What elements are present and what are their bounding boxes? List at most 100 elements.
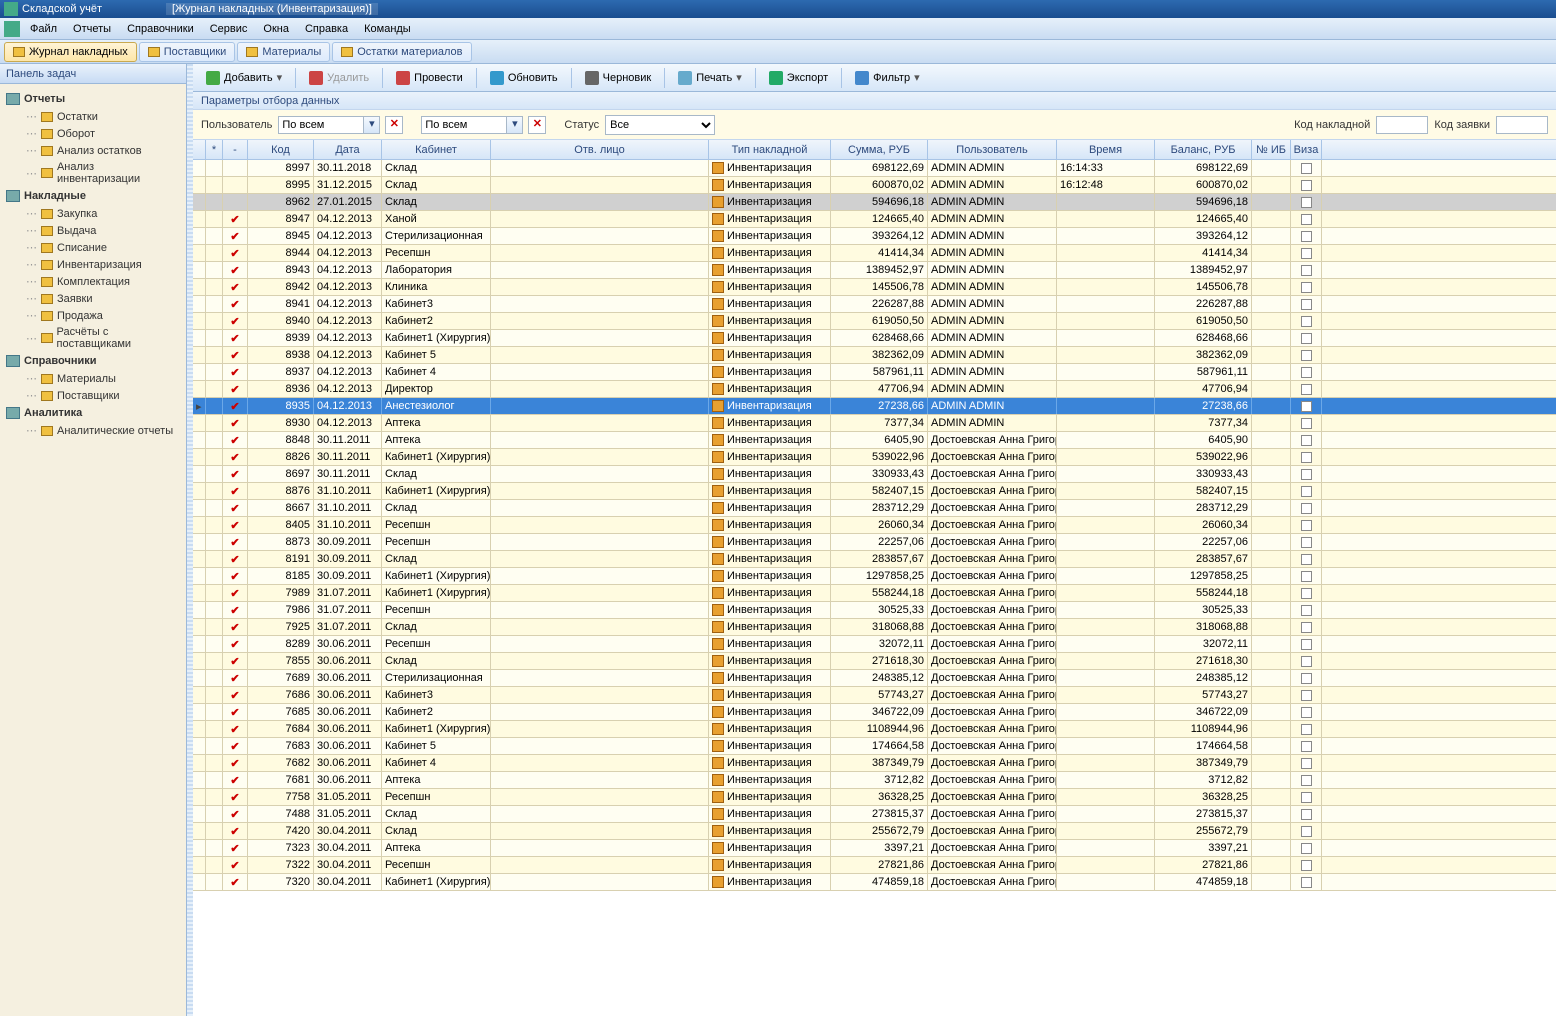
- visa-checkbox[interactable]: [1301, 792, 1312, 803]
- visa-checkbox[interactable]: [1301, 282, 1312, 293]
- status-select[interactable]: Все: [605, 115, 715, 135]
- visa-checkbox[interactable]: [1301, 537, 1312, 548]
- menu-Сервис[interactable]: Сервис: [202, 21, 256, 37]
- table-row[interactable]: ✔768930.06.2011СтерилизационнаяИнвентари…: [193, 670, 1556, 687]
- menu-Отчеты[interactable]: Отчеты: [65, 21, 119, 37]
- visa-checkbox[interactable]: [1301, 554, 1312, 565]
- table-row[interactable]: ✔893904.12.2013Кабинет1 (Хирургия)Инвент…: [193, 330, 1556, 347]
- cab-combo[interactable]: [421, 116, 507, 134]
- table-row[interactable]: ✔893604.12.2013ДиректорИнвентаризация477…: [193, 381, 1556, 398]
- group-Справочники[interactable]: Справочники: [4, 352, 182, 370]
- tab-Журнал накладных[interactable]: Журнал накладных: [4, 42, 137, 62]
- table-row[interactable]: ✔775831.05.2011РесепшнИнвентаризация3632…: [193, 789, 1556, 806]
- table-row[interactable]: ✔887330.09.2011РесепшнИнвентаризация2225…: [193, 534, 1556, 551]
- col-Сумма, РУБ[interactable]: Сумма, РУБ: [831, 140, 928, 159]
- col-Пользователь[interactable]: Пользователь: [928, 140, 1057, 159]
- grid-body[interactable]: 899730.11.2018СкладИнвентаризация698122,…: [193, 160, 1556, 1016]
- visa-checkbox[interactable]: [1301, 418, 1312, 429]
- req-input[interactable]: [1496, 116, 1548, 134]
- table-row[interactable]: ✔840531.10.2011РесепшнИнвентаризация2606…: [193, 517, 1556, 534]
- tree-item-Оборот[interactable]: ⋯Оборот: [4, 125, 182, 142]
- menu-Окна[interactable]: Окна: [255, 21, 297, 37]
- menu-Команды[interactable]: Команды: [356, 21, 419, 37]
- user-combo[interactable]: [278, 116, 364, 134]
- btn-Добавить[interactable]: Добавить▾: [199, 68, 289, 88]
- user-dd[interactable]: ▾: [364, 116, 380, 134]
- table-row[interactable]: ✔893804.12.2013Кабинет 5Инвентаризация38…: [193, 347, 1556, 364]
- tree-item-Остатки[interactable]: ⋯Остатки: [4, 108, 182, 125]
- table-row[interactable]: ✔894304.12.2013ЛабораторияИнвентаризация…: [193, 262, 1556, 279]
- btn-Фильтр[interactable]: Фильтр▾: [848, 68, 926, 88]
- table-row[interactable]: ✔798631.07.2011РесепшнИнвентаризация3052…: [193, 602, 1556, 619]
- visa-checkbox[interactable]: [1301, 724, 1312, 735]
- table-row[interactable]: ✔798931.07.2011Кабинет1 (Хирургия)Инвент…: [193, 585, 1556, 602]
- menu-Файл[interactable]: Файл: [22, 21, 65, 37]
- table-row[interactable]: ✔894104.12.2013Кабинет3Инвентаризация226…: [193, 296, 1556, 313]
- col-Кабинет[interactable]: Кабинет: [382, 140, 491, 159]
- visa-checkbox[interactable]: [1301, 758, 1312, 769]
- table-row[interactable]: ✔884830.11.2011АптекаИнвентаризация6405,…: [193, 432, 1556, 449]
- table-row[interactable]: ✔887631.10.2011Кабинет1 (Хирургия)Инвент…: [193, 483, 1556, 500]
- table-row[interactable]: ✔732030.04.2011Кабинет1 (Хирургия)Инвент…: [193, 874, 1556, 891]
- table-row[interactable]: ✔768230.06.2011Кабинет 4Инвентаризация38…: [193, 755, 1556, 772]
- tab-Поставщики[interactable]: Поставщики: [139, 42, 236, 62]
- btn-Печать[interactable]: Печать▾: [671, 68, 749, 88]
- visa-checkbox[interactable]: [1301, 401, 1312, 412]
- visa-checkbox[interactable]: [1301, 299, 1312, 310]
- visa-checkbox[interactable]: [1301, 571, 1312, 582]
- col-Виза[interactable]: Виза: [1291, 140, 1322, 159]
- visa-checkbox[interactable]: [1301, 265, 1312, 276]
- table-row[interactable]: ✔893004.12.2013АптекаИнвентаризация7377,…: [193, 415, 1556, 432]
- visa-checkbox[interactable]: [1301, 605, 1312, 616]
- table-row[interactable]: ✔768330.06.2011Кабинет 5Инвентаризация17…: [193, 738, 1556, 755]
- visa-checkbox[interactable]: [1301, 690, 1312, 701]
- table-row[interactable]: ✔785530.06.2011СкладИнвентаризация271618…: [193, 653, 1556, 670]
- tree-item-Материалы[interactable]: ⋯Материалы: [4, 370, 182, 387]
- col-Дата[interactable]: Дата: [314, 140, 382, 159]
- visa-checkbox[interactable]: [1301, 469, 1312, 480]
- table-row[interactable]: ✔894704.12.2013ХанойИнвентаризация124665…: [193, 211, 1556, 228]
- col-Время[interactable]: Время: [1057, 140, 1155, 159]
- tree-item-Расчёты с поставщиками[interactable]: ⋯Расчёты с поставщиками: [4, 324, 182, 352]
- visa-checkbox[interactable]: [1301, 520, 1312, 531]
- btn-Провести[interactable]: Провести: [389, 68, 470, 88]
- col-Баланс, РУБ[interactable]: Баланс, РУБ: [1155, 140, 1252, 159]
- table-row[interactable]: ✔742030.04.2011СкладИнвентаризация255672…: [193, 823, 1556, 840]
- table-row[interactable]: ✔792531.07.2011СкладИнвентаризация318068…: [193, 619, 1556, 636]
- visa-checkbox[interactable]: [1301, 367, 1312, 378]
- user-clear[interactable]: ✕: [385, 116, 403, 134]
- tab-Материалы[interactable]: Материалы: [237, 42, 330, 62]
- menu-Справочники[interactable]: Справочники: [119, 21, 202, 37]
- group-Накладные[interactable]: Накладные: [4, 187, 182, 205]
- code-input[interactable]: [1376, 116, 1428, 134]
- col-Код[interactable]: Код: [248, 140, 314, 159]
- table-row[interactable]: ✔819130.09.2011СкладИнвентаризация283857…: [193, 551, 1556, 568]
- table-row[interactable]: ✔866731.10.2011СкладИнвентаризация283712…: [193, 500, 1556, 517]
- tree-item-Анализ инвентаризации[interactable]: ⋯Анализ инвентаризации: [4, 159, 182, 187]
- table-row[interactable]: ✔894204.12.2013КлиникаИнвентаризация1455…: [193, 279, 1556, 296]
- btn-Экспорт[interactable]: Экспорт: [762, 68, 835, 88]
- col-idx0[interactable]: [193, 140, 206, 159]
- col-*[interactable]: *: [206, 140, 223, 159]
- visa-checkbox[interactable]: [1301, 673, 1312, 684]
- visa-checkbox[interactable]: [1301, 622, 1312, 633]
- visa-checkbox[interactable]: [1301, 486, 1312, 497]
- col--[interactable]: -: [223, 140, 248, 159]
- table-row[interactable]: ✔894404.12.2013РесепшнИнвентаризация4141…: [193, 245, 1556, 262]
- cab-clear[interactable]: ✕: [528, 116, 546, 134]
- visa-checkbox[interactable]: [1301, 775, 1312, 786]
- tree-item-Инвентаризация[interactable]: ⋯Инвентаризация: [4, 256, 182, 273]
- visa-checkbox[interactable]: [1301, 503, 1312, 514]
- visa-checkbox[interactable]: [1301, 860, 1312, 871]
- tree-item-Аналитические отчеты[interactable]: ⋯Аналитические отчеты: [4, 422, 182, 439]
- col-№ ИБ[interactable]: № ИБ: [1252, 140, 1291, 159]
- table-row[interactable]: ✔748831.05.2011СкладИнвентаризация273815…: [193, 806, 1556, 823]
- table-row[interactable]: ✔882630.11.2011Кабинет1 (Хирургия)Инвент…: [193, 449, 1556, 466]
- visa-checkbox[interactable]: [1301, 843, 1312, 854]
- visa-checkbox[interactable]: [1301, 452, 1312, 463]
- tree-item-Продажа[interactable]: ⋯Продажа: [4, 307, 182, 324]
- table-row[interactable]: ✔732330.04.2011АптекаИнвентаризация3397,…: [193, 840, 1556, 857]
- table-row[interactable]: 899531.12.2015СкладИнвентаризация600870,…: [193, 177, 1556, 194]
- tree-item-Комплектация[interactable]: ⋯Комплектация: [4, 273, 182, 290]
- table-row[interactable]: ✔768430.06.2011Кабинет1 (Хирургия)Инвент…: [193, 721, 1556, 738]
